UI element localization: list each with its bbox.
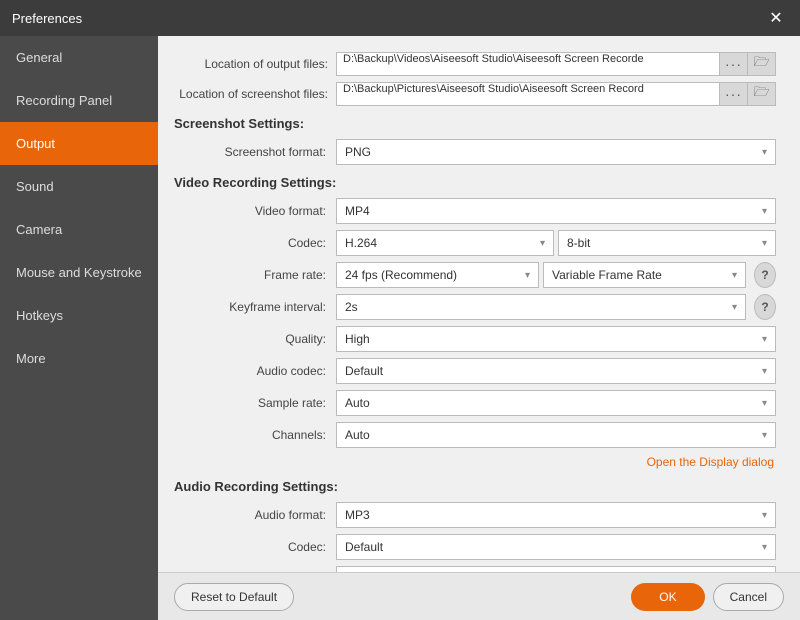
bottom-bar: Reset to Default OK Cancel <box>158 572 800 620</box>
frame-rate-help-button[interactable]: ? <box>754 262 776 288</box>
dropdown-arrow-icon: ▾ <box>762 366 767 377</box>
title-bar: Preferences ✕ <box>0 0 800 36</box>
window-title: Preferences <box>12 11 764 26</box>
sidebar-item-camera[interactable]: Camera <box>0 208 158 251</box>
output-location-label: Location of output files: <box>166 57 336 71</box>
frame-rate-label: Frame rate: <box>166 268 336 282</box>
dropdown-arrow-icon: ▾ <box>762 510 767 521</box>
main-scroll[interactable]: Location of output files: D:\Backup\Vide… <box>158 36 800 572</box>
dropdown-arrow-icon: ▾ <box>762 334 767 345</box>
screenshot-folder-button[interactable]: 🗁 <box>748 82 776 106</box>
dropdown-arrow-icon: ▾ <box>525 270 530 281</box>
action-buttons: OK Cancel <box>631 583 784 611</box>
keyframe-label: Keyframe interval: <box>166 300 336 314</box>
codec-row: Codec: H.264 ▾ 8-bit ▾ <box>158 230 784 256</box>
main-panel: Location of output files: D:\Backup\Vide… <box>158 36 800 620</box>
audio-codec-row: Audio codec: Default ▾ <box>158 358 784 384</box>
screenshot-format-dropdown[interactable]: PNG ▾ <box>336 139 776 165</box>
dropdown-arrow-icon: ▾ <box>732 302 737 313</box>
dropdown-arrow-icon: ▾ <box>762 542 767 553</box>
quality-dropdown[interactable]: High ▾ <box>336 326 776 352</box>
audio-codec-label2: Codec: <box>166 540 336 554</box>
screenshot-format-label: Screenshot format: <box>166 145 336 159</box>
keyframe-help-button[interactable]: ? <box>754 294 776 320</box>
sidebar-item-mouse-keystroke[interactable]: Mouse and Keystroke <box>0 251 158 294</box>
audio-format-dropdown[interactable]: MP3 ▾ <box>336 502 776 528</box>
output-location-row: Location of output files: D:\Backup\Vide… <box>158 52 784 76</box>
frame-rate-split: 24 fps (Recommend) ▾ Variable Frame Rate… <box>336 262 776 288</box>
folder-icon: 🗁 <box>753 83 769 105</box>
audio-codec-row2: Codec: Default ▾ <box>158 534 784 560</box>
audio-format-row: Audio format: MP3 ▾ <box>158 502 784 528</box>
screenshot-location-input[interactable]: D:\Backup\Pictures\Aiseesoft Studio\Aise… <box>336 82 720 106</box>
audio-recording-header: Audio Recording Settings: <box>174 479 784 494</box>
main-content: General Recording Panel Output Sound Cam… <box>0 36 800 620</box>
folder-icon: 🗁 <box>753 53 769 75</box>
video-format-row: Video format: MP4 ▾ <box>158 198 784 224</box>
dropdown-arrow-icon: ▾ <box>762 430 767 441</box>
quality-label: Quality: <box>166 332 336 346</box>
sidebar-item-hotkeys[interactable]: Hotkeys <box>0 294 158 337</box>
dropdown-arrow-icon: ▾ <box>732 270 737 281</box>
codec-split: H.264 ▾ 8-bit ▾ <box>336 230 776 256</box>
dropdown-arrow-icon: ▾ <box>762 206 767 217</box>
output-dots-button[interactable]: ··· <box>720 52 748 76</box>
close-button[interactable]: ✕ <box>764 6 788 30</box>
reset-button[interactable]: Reset to Default <box>174 583 294 611</box>
dropdown-arrow-icon: ▾ <box>762 398 767 409</box>
cancel-button[interactable]: Cancel <box>713 583 784 611</box>
ok-button[interactable]: OK <box>631 583 704 611</box>
dropdown-arrow-icon: ▾ <box>540 238 545 249</box>
variable-frame-dropdown[interactable]: Variable Frame Rate ▾ <box>543 262 746 288</box>
audio-codec-dropdown2[interactable]: Default ▾ <box>336 534 776 560</box>
audio-codec-dropdown[interactable]: Default ▾ <box>336 358 776 384</box>
sidebar-item-general[interactable]: General <box>0 36 158 79</box>
channels-row: Channels: Auto ▾ <box>158 422 784 448</box>
codec-label: Codec: <box>166 236 336 250</box>
frame-rate-row: Frame rate: 24 fps (Recommend) ▾ Variabl… <box>158 262 784 288</box>
sample-rate-dropdown[interactable]: Auto ▾ <box>336 390 776 416</box>
sample-rate-row: Sample rate: Auto ▾ <box>158 390 784 416</box>
screenshot-dots-button[interactable]: ··· <box>720 82 748 106</box>
video-format-dropdown[interactable]: MP4 ▾ <box>336 198 776 224</box>
screenshot-location-label: Location of screenshot files: <box>166 87 336 101</box>
video-format-label: Video format: <box>166 204 336 218</box>
dropdown-arrow-icon: ▾ <box>762 238 767 249</box>
preferences-window: Preferences ✕ General Recording Panel Ou… <box>0 0 800 620</box>
output-folder-button[interactable]: 🗁 <box>748 52 776 76</box>
sidebar-item-sound[interactable]: Sound <box>0 165 158 208</box>
keyframe-dropdown[interactable]: 2s ▾ <box>336 294 746 320</box>
keyframe-row: Keyframe interval: 2s ▾ ? <box>158 294 784 320</box>
screenshot-location-row: Location of screenshot files: D:\Backup\… <box>158 82 784 106</box>
sidebar: General Recording Panel Output Sound Cam… <box>0 36 158 620</box>
audio-codec-label: Audio codec: <box>166 364 336 378</box>
frame-rate-dropdown[interactable]: 24 fps (Recommend) ▾ <box>336 262 539 288</box>
open-display-row: Open the Display dialog <box>158 454 784 469</box>
codec-dropdown[interactable]: H.264 ▾ <box>336 230 554 256</box>
output-location-input[interactable]: D:\Backup\Videos\Aiseesoft Studio\Aisees… <box>336 52 720 76</box>
sidebar-item-more[interactable]: More <box>0 337 158 380</box>
open-display-link[interactable]: Open the Display dialog <box>647 455 774 469</box>
audio-format-label: Audio format: <box>166 508 336 522</box>
video-recording-header: Video Recording Settings: <box>174 175 784 190</box>
screenshot-format-row: Screenshot format: PNG ▾ <box>158 139 784 165</box>
bit-depth-dropdown[interactable]: 8-bit ▾ <box>558 230 776 256</box>
quality-row: Quality: High ▾ <box>158 326 784 352</box>
screenshot-settings-header: Screenshot Settings: <box>174 116 784 131</box>
dropdown-arrow-icon: ▾ <box>762 147 767 158</box>
sidebar-item-recording-panel[interactable]: Recording Panel <box>0 79 158 122</box>
sample-rate-label: Sample rate: <box>166 396 336 410</box>
channels-label: Channels: <box>166 428 336 442</box>
sidebar-item-output[interactable]: Output <box>0 122 158 165</box>
channels-dropdown[interactable]: Auto ▾ <box>336 422 776 448</box>
